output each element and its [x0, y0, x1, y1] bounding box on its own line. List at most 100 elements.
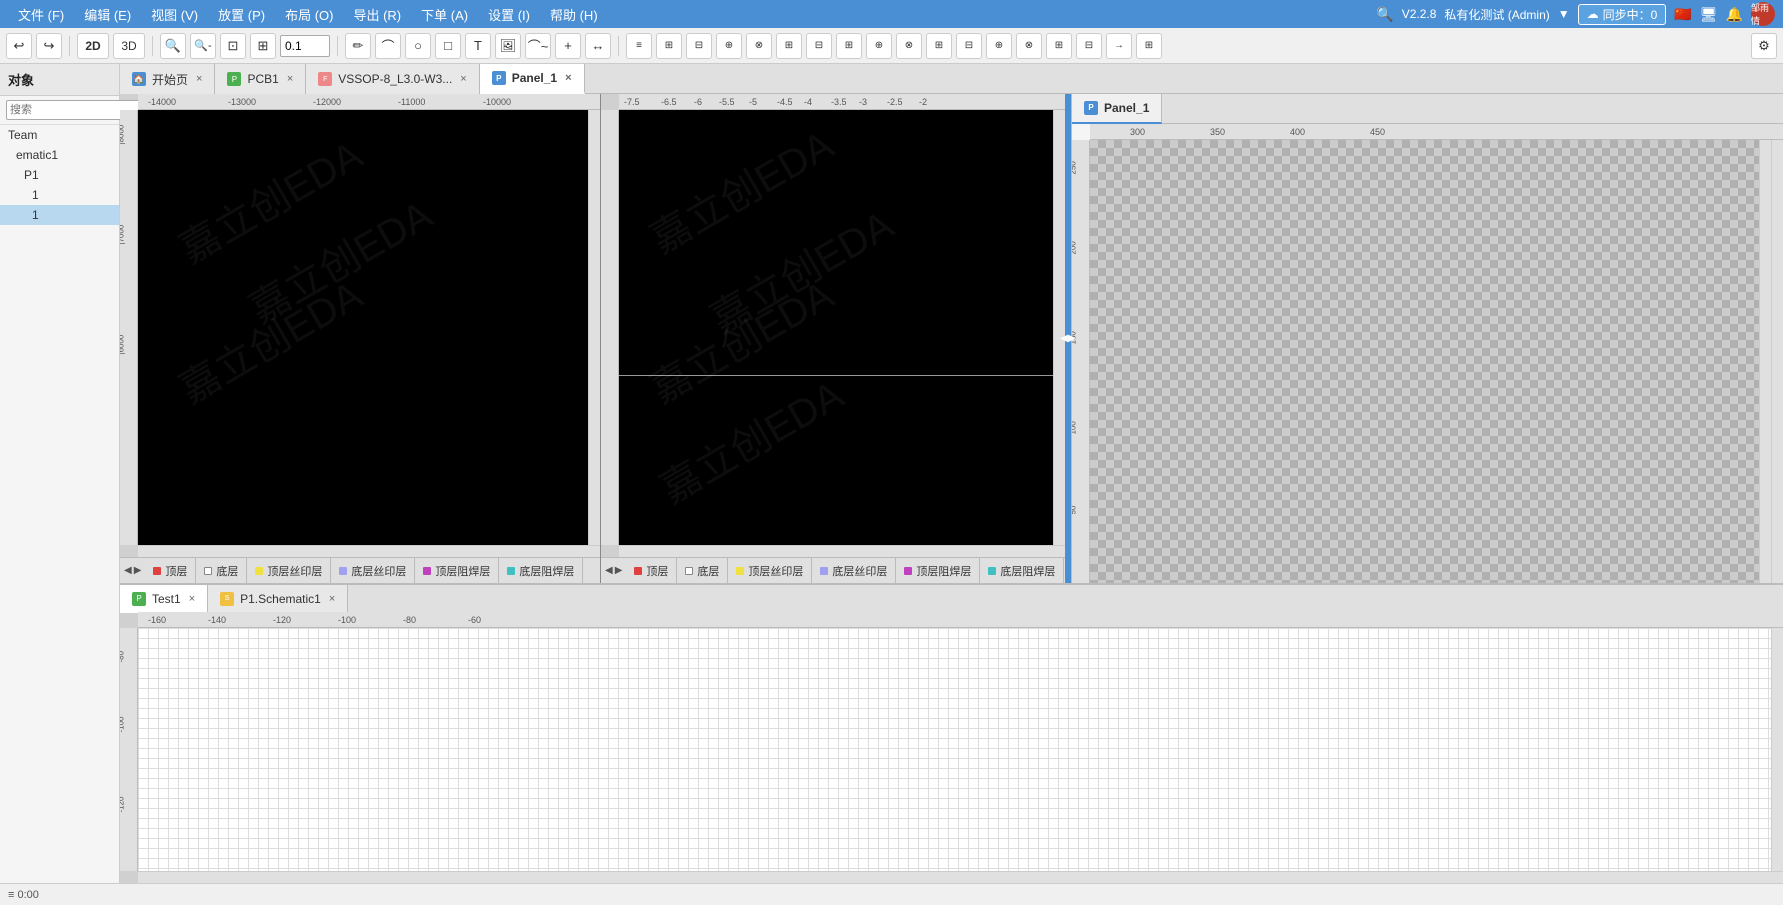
- layer-top-silk[interactable]: 顶层丝印层: [247, 558, 331, 583]
- user-label[interactable]: 私有化测试 (Admin): [1444, 6, 1549, 23]
- polyline-button[interactable]: ⌒~: [525, 33, 551, 59]
- tab-vssop[interactable]: F VSSOP-8_L3.0-W3... ×: [306, 64, 479, 94]
- bottom-tab-schematic1-close[interactable]: ×: [329, 593, 335, 605]
- tool-10[interactable]: ⊗: [896, 33, 922, 59]
- bottom-scrollbar-h[interactable]: [138, 871, 1783, 883]
- 2d-button[interactable]: 2D: [77, 33, 109, 59]
- sidebar-item-1b[interactable]: 1: [0, 205, 119, 225]
- nav-next[interactable]: ▶: [134, 565, 142, 576]
- tool-13[interactable]: ⊕: [986, 33, 1012, 59]
- arc-button[interactable]: ⌒: [375, 33, 401, 59]
- zoom-input[interactable]: [280, 35, 330, 57]
- nav-prev-m[interactable]: ◀: [605, 565, 613, 576]
- cross-button[interactable]: +: [555, 33, 581, 59]
- m-layer-bottom-mask[interactable]: 底层阻焊层: [980, 558, 1064, 583]
- monitor-icon[interactable]: 🖥: [1700, 6, 1718, 23]
- redo-button[interactable]: ↪: [36, 33, 62, 59]
- rect-button[interactable]: □: [435, 33, 461, 59]
- tab-panel1[interactable]: P Panel_1 ×: [480, 64, 585, 94]
- bell-icon[interactable]: 🔔: [1726, 6, 1743, 23]
- bottom-tab-test1-close[interactable]: ×: [189, 593, 195, 605]
- zoom-out-button[interactable]: 🔍-: [190, 33, 216, 59]
- 3d-button[interactable]: 3D: [113, 33, 145, 59]
- menu-place[interactable]: 放置 (P): [208, 3, 275, 26]
- sidebar-item-ematic1[interactable]: ematic1: [0, 145, 119, 165]
- tool-6[interactable]: ⊞: [776, 33, 802, 59]
- tool-5[interactable]: ⊗: [746, 33, 772, 59]
- tab-panel1-close[interactable]: ×: [565, 72, 571, 84]
- tool-15[interactable]: ⊞: [1046, 33, 1072, 59]
- layer-top-mask[interactable]: 顶层阻焊层: [415, 558, 499, 583]
- bottom-pcb-canvas[interactable]: [138, 628, 1771, 871]
- bottom-tab-test1[interactable]: P Test1 ×: [120, 585, 208, 613]
- middle-scrollbar-v[interactable]: [1053, 110, 1065, 545]
- pane-divider-handle[interactable]: ◀ ▶: [1065, 94, 1071, 583]
- sidebar-item-1a[interactable]: 1: [0, 185, 119, 205]
- layer-bottom-silk[interactable]: 底层丝印层: [331, 558, 415, 583]
- m-layer-top-silk[interactable]: 顶层丝印层: [728, 558, 812, 583]
- m-layer-toplayer[interactable]: 顶层: [626, 558, 677, 583]
- settings-icon-button[interactable]: ⚙: [1751, 33, 1777, 59]
- panel-canvas[interactable]: [1090, 140, 1759, 583]
- tool-7[interactable]: ⊟: [806, 33, 832, 59]
- layer-bottom-mask[interactable]: 底层阻焊层: [499, 558, 583, 583]
- grid-button[interactable]: ⊞: [250, 33, 276, 59]
- tool-4[interactable]: ⊕: [716, 33, 742, 59]
- panel-scrollbar-v[interactable]: [1759, 140, 1771, 583]
- circle-button[interactable]: ○: [405, 33, 431, 59]
- sidebar-item-team[interactable]: Team: [0, 125, 119, 145]
- undo-button[interactable]: ↩: [6, 33, 32, 59]
- menu-order[interactable]: 下单 (A): [411, 3, 478, 26]
- tool-18[interactable]: ⊞: [1136, 33, 1162, 59]
- left-pcb-canvas[interactable]: 嘉立创EDA 嘉立创EDA 嘉立创EDA: [138, 110, 588, 545]
- tool-1[interactable]: ≡: [626, 33, 652, 59]
- m-layer-bottom-silk[interactable]: 底层丝印层: [812, 558, 896, 583]
- tab-panel1-inner[interactable]: P Panel_1: [1072, 94, 1162, 124]
- layer-toplayer[interactable]: 顶层: [145, 558, 196, 583]
- menu-view[interactable]: 视图 (V): [141, 3, 208, 26]
- eraser-button[interactable]: ✏: [345, 33, 371, 59]
- tool-11[interactable]: ⊞: [926, 33, 952, 59]
- dropdown-arrow-icon[interactable]: ▼: [1558, 7, 1570, 21]
- bottom-tab-schematic1[interactable]: S P1.Schematic1 ×: [208, 585, 348, 613]
- tab-start-close[interactable]: ×: [196, 73, 202, 85]
- text-button[interactable]: T: [465, 33, 491, 59]
- tool-16[interactable]: ⊟: [1076, 33, 1102, 59]
- left-scrollbar-h[interactable]: [138, 545, 600, 557]
- menu-file[interactable]: 文件 (F): [8, 3, 74, 26]
- tool-8[interactable]: ⊞: [836, 33, 862, 59]
- m-layer-top-mask[interactable]: 顶层阻焊层: [896, 558, 980, 583]
- menu-edit[interactable]: 编辑 (E): [74, 3, 141, 26]
- sidebar-item-p1[interactable]: P1: [0, 165, 119, 185]
- menu-layout[interactable]: 布局 (O): [275, 3, 343, 26]
- image-button[interactable]: 🖼: [495, 33, 521, 59]
- zoom-in-button[interactable]: 🔍: [160, 33, 186, 59]
- tool-14[interactable]: ⊗: [1016, 33, 1042, 59]
- menu-help[interactable]: 帮助 (H): [540, 3, 608, 26]
- bottom-scrollbar-v[interactable]: [1771, 628, 1783, 871]
- tool-17[interactable]: →: [1106, 33, 1132, 59]
- tab-pcb1[interactable]: P PCB1 ×: [215, 64, 306, 94]
- flag-icon[interactable]: 🇨🇳: [1674, 6, 1691, 23]
- tool-12[interactable]: ⊟: [956, 33, 982, 59]
- middle-scrollbar-h[interactable]: [619, 545, 1065, 557]
- tool-2[interactable]: ⊞: [656, 33, 682, 59]
- m-layer-bottomlayer[interactable]: 底层: [677, 558, 728, 583]
- left-scrollbar-v[interactable]: [588, 110, 600, 545]
- tool-9[interactable]: ⊕: [866, 33, 892, 59]
- avatar[interactable]: 邹雨情: [1751, 2, 1775, 26]
- menu-export[interactable]: 导出 (R): [343, 3, 411, 26]
- layer-bottomlayer[interactable]: 底层: [196, 558, 247, 583]
- nav-next-m[interactable]: ▶: [615, 565, 623, 576]
- tool-3[interactable]: ⊟: [686, 33, 712, 59]
- measure-button[interactable]: ↔: [585, 33, 611, 59]
- search-icon[interactable]: 🔍: [1376, 6, 1393, 23]
- tab-pcb1-close[interactable]: ×: [287, 73, 293, 85]
- sync-badge[interactable]: ☁ 同步中：0: [1578, 4, 1667, 25]
- menu-settings[interactable]: 设置 (I): [478, 3, 540, 26]
- tab-start[interactable]: 🏠 开始页 ×: [120, 64, 215, 94]
- tab-vssop-close[interactable]: ×: [460, 73, 466, 85]
- nav-prev[interactable]: ◀: [124, 565, 132, 576]
- middle-footprint-canvas[interactable]: 嘉立创EDA 嘉立创EDA 嘉立创EDA 嘉立创EDA: [619, 110, 1053, 545]
- fit-view-button[interactable]: ⊡: [220, 33, 246, 59]
